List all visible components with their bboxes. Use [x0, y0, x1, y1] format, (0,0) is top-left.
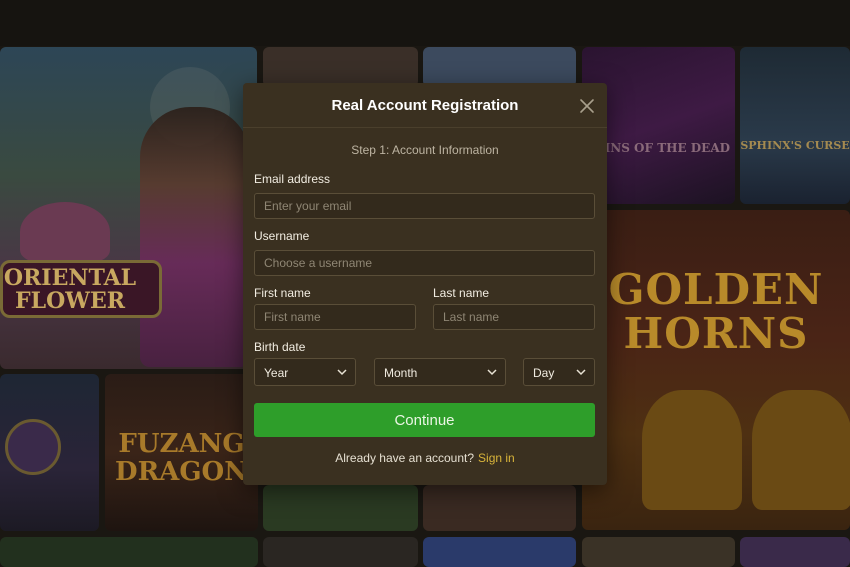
bull-icon [752, 390, 850, 510]
chevron-down-icon [337, 369, 347, 376]
last-name-field[interactable] [433, 304, 595, 330]
close-button[interactable] [575, 94, 599, 118]
birth-month-select[interactable]: Month [374, 358, 506, 386]
top-bar [0, 0, 850, 46]
character-figure [140, 107, 250, 367]
game-tile[interactable] [740, 537, 850, 567]
game-title: ORIENTAL FLOWER [3, 265, 137, 314]
game-tile[interactable] [0, 537, 258, 567]
game-tile[interactable] [582, 537, 735, 567]
birth-year-select[interactable]: Year [254, 358, 356, 386]
birth-day-select[interactable]: Day [523, 358, 595, 386]
game-tile-oriental-flower[interactable]: ORIENTAL FLOWER [0, 47, 257, 369]
game-tile[interactable] [423, 485, 576, 531]
game-title: FUZANG DRAGON [115, 429, 248, 487]
game-tile[interactable] [423, 537, 576, 567]
game-tile-fuzang-dragon[interactable]: FUZANG DRAGON [105, 374, 258, 531]
first-name-field[interactable] [254, 304, 416, 330]
email-label: Email address [254, 172, 331, 186]
select-value: Month [384, 366, 418, 380]
close-icon [580, 99, 594, 113]
registration-modal: Real Account Registration Step 1: Accoun… [243, 83, 607, 485]
game-tile[interactable] [263, 485, 418, 531]
chevron-down-icon [487, 369, 497, 376]
game-tile-sphinxs-curse[interactable]: SPHINX'S CURSE [740, 47, 850, 204]
select-value: Year [264, 366, 289, 380]
game-title: SPHINX'S CURSE [740, 139, 850, 152]
game-tile[interactable] [423, 47, 576, 87]
signin-row: Already have an account? Sign in [243, 451, 607, 465]
game-tile[interactable] [263, 537, 418, 567]
chevron-down-icon [576, 369, 586, 376]
lotus-icon [20, 202, 110, 262]
select-value: Day [533, 366, 555, 380]
modal-title: Real Account Registration [331, 97, 519, 114]
game-tile[interactable] [0, 374, 99, 531]
signin-prompt: Already have an account? [335, 451, 475, 465]
username-field[interactable] [254, 250, 595, 276]
username-label: Username [254, 229, 310, 243]
last-name-label: Last name [433, 286, 490, 300]
game-title: GOLDEN HORNS [608, 265, 824, 358]
continue-button[interactable]: Continue [254, 403, 595, 437]
bull-icon [642, 390, 742, 510]
signin-link[interactable]: Sign in [478, 451, 515, 465]
game-tile[interactable] [263, 47, 418, 87]
email-field[interactable] [254, 193, 595, 219]
birth-date-label: Birth date [254, 340, 306, 354]
first-name-label: First name [254, 286, 311, 300]
modal-header: Real Account Registration [243, 83, 607, 128]
eye-icon [5, 419, 61, 475]
game-tile-golden-horns[interactable]: GOLDEN HORNS [582, 210, 850, 530]
step-indicator: Step 1: Account Information [351, 143, 499, 157]
